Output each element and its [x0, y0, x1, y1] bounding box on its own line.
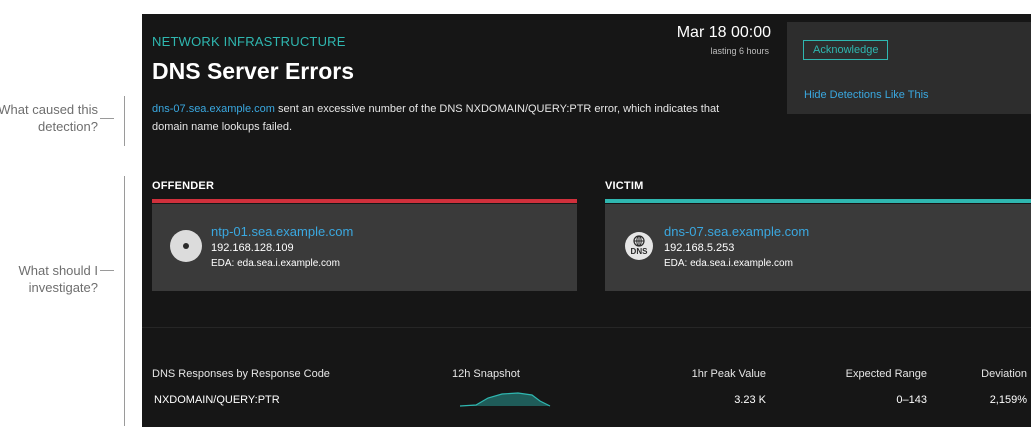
offender-card[interactable]: ntp-01.sea.example.com 192.168.128.109 E…: [152, 204, 577, 291]
detection-date: Mar 18 00:00: [676, 24, 771, 41]
offender-rule: [152, 199, 577, 203]
victim-host-link[interactable]: dns-07.sea.example.com: [664, 224, 809, 239]
victim-eda: EDA: eda.sea.i.example.com: [664, 258, 793, 269]
peak-value: 3.23 K: [734, 394, 766, 406]
hide-detections-link[interactable]: Hide Detections Like This: [804, 89, 929, 101]
detection-panel: NETWORK INFRASTRUCTURE DNS Server Errors…: [142, 14, 1031, 427]
victim-rule: [605, 199, 1031, 203]
device-icon: [170, 230, 202, 262]
offender-eda: EDA: eda.sea.i.example.com: [211, 258, 340, 269]
snapshot-header: 12h Snapshot: [452, 368, 520, 380]
annotation-caused: What caused this detection?: [0, 96, 120, 146]
offender-label: OFFENDER: [152, 180, 215, 192]
peak-header: 1hr Peak Value: [691, 368, 766, 380]
deviation-value: 2,159%: [989, 394, 1027, 406]
metric-name[interactable]: NXDOMAIN/QUERY:PTR: [154, 394, 280, 406]
victim-card[interactable]: DNS dns-07.sea.example.com 192.168.5.253…: [605, 204, 1031, 291]
dns-server-icon: DNS: [625, 232, 653, 260]
metric-name-header: DNS Responses by Response Code: [152, 368, 330, 380]
detection-duration: lasting 6 hours: [710, 46, 769, 56]
description-text-continued: domain name lookups failed.: [152, 121, 293, 133]
annotation-investigate-text: What should I investigate?: [18, 263, 99, 295]
acknowledge-button[interactable]: Acknowledge: [803, 40, 889, 60]
annotation-tick: [100, 118, 114, 119]
expected-range: 0–143: [896, 394, 927, 406]
description-text: sent an excessive number of the DNS NXDO…: [274, 103, 720, 115]
dns-icon-label: DNS: [630, 247, 648, 256]
range-header: Expected Range: [845, 368, 927, 380]
offender-host-link[interactable]: ntp-01.sea.example.com: [211, 224, 353, 239]
deviation-header: Deviation: [981, 368, 1027, 380]
actions-box: Acknowledge Hide Detections Like This: [787, 22, 1031, 114]
annotation-investigate: What should I investigate?: [0, 176, 120, 426]
snapshot-sparkline[interactable]: [458, 386, 554, 408]
victim-label: VICTIM: [605, 180, 644, 192]
victim-ip: 192.168.5.253: [664, 242, 735, 254]
annotation-caused-text: What caused this detection?: [0, 102, 98, 134]
annotation-bracket: [124, 176, 125, 426]
section-divider: [142, 327, 1031, 328]
offender-ip: 192.168.128.109: [211, 242, 294, 254]
annotation-bracket: [124, 96, 125, 146]
detection-description: dns-07.sea.example.com sent an excessive…: [152, 100, 782, 136]
detection-title: DNS Server Errors: [152, 58, 354, 84]
description-host-link[interactable]: dns-07.sea.example.com: [152, 103, 275, 115]
detection-category: NETWORK INFRASTRUCTURE: [152, 34, 346, 49]
annotation-tick: [100, 270, 114, 271]
